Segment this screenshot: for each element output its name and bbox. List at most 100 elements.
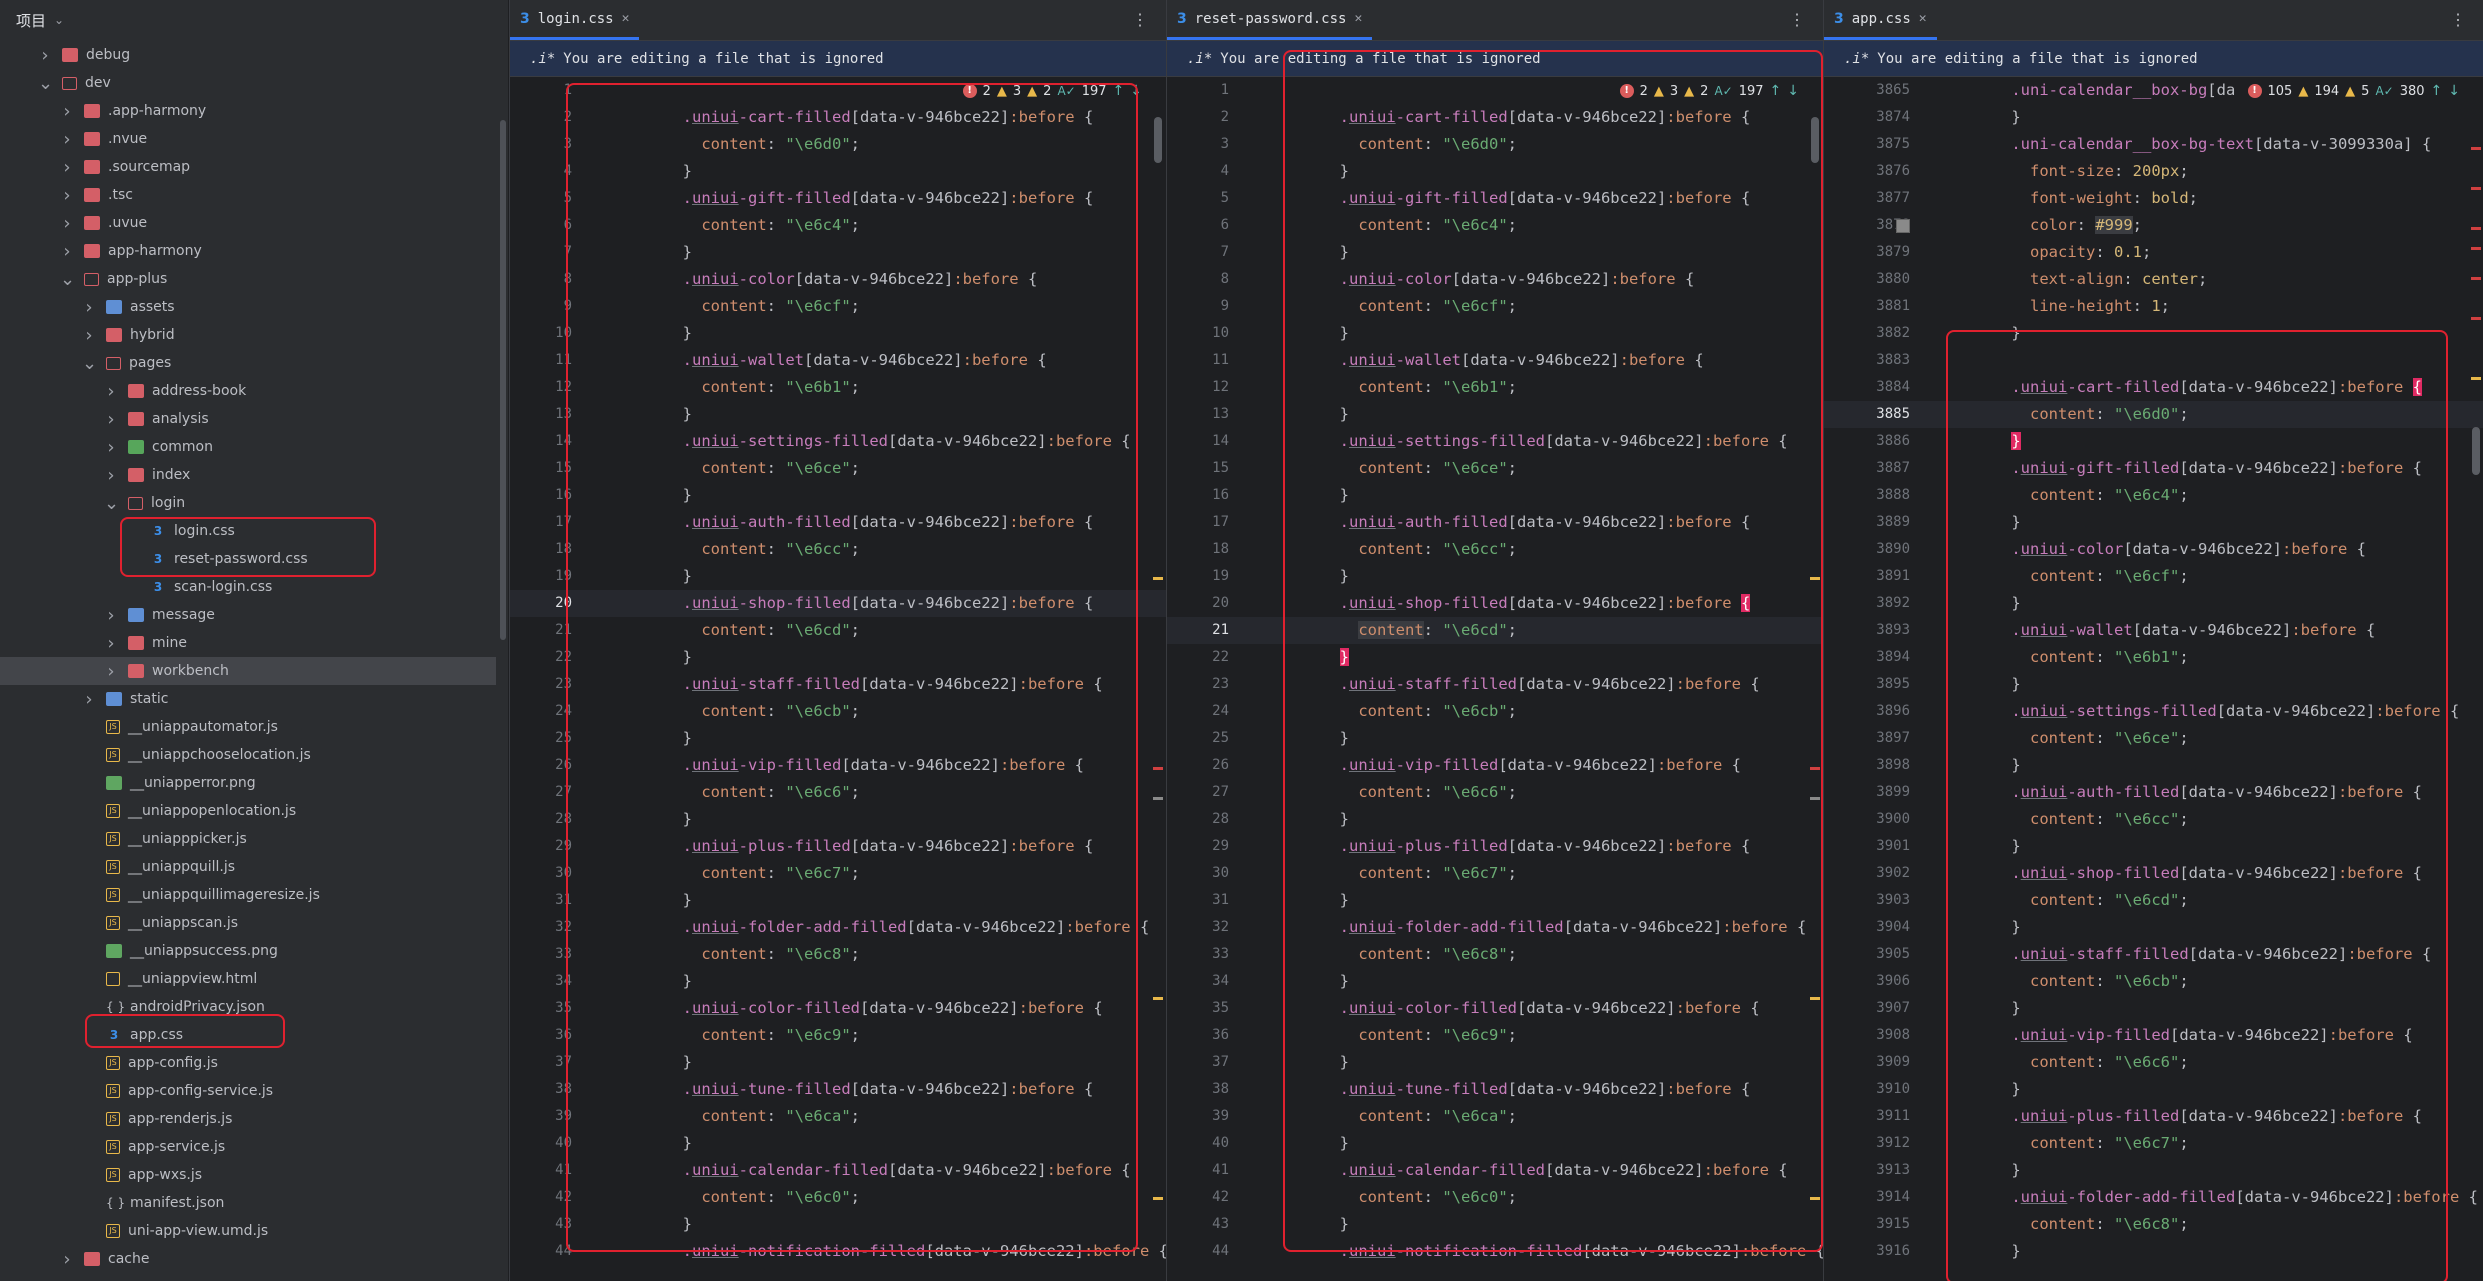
tree-item[interactable]: JS __uniappopenlocation.js bbox=[0, 797, 496, 825]
tree-item[interactable]: › common bbox=[0, 433, 496, 461]
tree-item[interactable]: JS app-config.js bbox=[0, 1049, 496, 1077]
editor-tab[interactable]: 3 app.css ✕ bbox=[1824, 0, 1937, 40]
line-number-gutter[interactable]: 1 2 3 4 5 6 7 8 9 10 11 12 13 14 15 16 17 18 19 20 21 22 23 24 2… bbox=[1167, 77, 1229, 1281]
sidebar-scrollbar[interactable] bbox=[500, 120, 506, 640]
tree-item[interactable]: JS __uniappchooselocation.js bbox=[0, 741, 496, 769]
close-icon[interactable]: ✕ bbox=[1354, 11, 1362, 26]
chevron-right-icon[interactable]: › bbox=[38, 45, 52, 66]
project-header[interactable]: 项目 ⌄ bbox=[0, 0, 508, 40]
stripe-marker[interactable] bbox=[1153, 797, 1163, 800]
tree-item[interactable]: __uniappview.html bbox=[0, 965, 496, 993]
tree-item[interactable]: › hybrid bbox=[0, 321, 496, 349]
line-number: 23 bbox=[1212, 676, 1229, 692]
tree-item[interactable]: ⌄ login bbox=[0, 489, 496, 517]
stripe-marker[interactable] bbox=[1153, 767, 1163, 770]
chevron-right-icon[interactable]: › bbox=[60, 241, 74, 262]
close-icon[interactable]: ✕ bbox=[1919, 11, 1927, 26]
tree-item[interactable]: › index bbox=[0, 461, 496, 489]
tree-item[interactable]: __uniappsuccess.png bbox=[0, 937, 496, 965]
tree-item[interactable]: JS app-wxs.js bbox=[0, 1161, 496, 1189]
editor-tab[interactable]: 3 reset-password.css ✕ bbox=[1167, 0, 1373, 40]
line-number-gutter[interactable]: 1 2 3 4 5 6 7 8 9 10 11 12 13 14 15 16 17 18 19 20 21 22 23 24 2… bbox=[510, 77, 572, 1281]
tree-item[interactable]: › .sourcemap bbox=[0, 153, 496, 181]
error-stripe[interactable] bbox=[1152, 77, 1166, 1281]
tree-item[interactable]: JS __uniappquillimageresize.js bbox=[0, 881, 496, 909]
vertical-scrollbar[interactable] bbox=[2472, 427, 2480, 475]
chevron-right-icon[interactable]: › bbox=[60, 185, 74, 206]
chevron-right-icon[interactable]: › bbox=[60, 1249, 74, 1270]
tree-item[interactable]: JS app-config-service.js bbox=[0, 1077, 496, 1105]
chevron-right-icon[interactable]: › bbox=[104, 633, 118, 654]
more-options-icon[interactable]: ⋮ bbox=[2450, 10, 2466, 29]
tree-item[interactable]: JS app-renderjs.js bbox=[0, 1105, 496, 1133]
chevron-right-icon[interactable]: › bbox=[60, 129, 74, 150]
chevron-right-icon[interactable]: › bbox=[104, 661, 118, 682]
tree-item[interactable]: › mine bbox=[0, 629, 496, 657]
tree-item[interactable]: › .app-harmony bbox=[0, 97, 496, 125]
tree-item[interactable]: JS __uniappquill.js bbox=[0, 853, 496, 881]
arrow-down-icon[interactable]: ↓ bbox=[2448, 83, 2460, 99]
stripe-marker[interactable] bbox=[2471, 277, 2481, 280]
chevron-right-icon[interactable]: › bbox=[60, 101, 74, 122]
stripe-marker[interactable] bbox=[2471, 377, 2481, 380]
error-stripe[interactable] bbox=[2470, 77, 2483, 1281]
chevron-right-icon[interactable]: › bbox=[104, 465, 118, 486]
chevron-right-icon[interactable]: › bbox=[60, 157, 74, 178]
tree-item[interactable]: JS __uniappscan.js bbox=[0, 909, 496, 937]
stripe-marker[interactable] bbox=[2471, 187, 2481, 190]
tree-item[interactable]: JS __uniapppicker.js bbox=[0, 825, 496, 853]
tree-item[interactable]: › analysis bbox=[0, 405, 496, 433]
stripe-marker[interactable] bbox=[2471, 247, 2481, 250]
tree-item[interactable]: { } manifest.json bbox=[0, 1189, 496, 1217]
chevron-right-icon[interactable]: › bbox=[104, 381, 118, 402]
more-options-icon[interactable]: ⋮ bbox=[1789, 10, 1805, 29]
vertical-scrollbar[interactable] bbox=[1154, 117, 1162, 163]
tree-item[interactable]: ⌄ pages bbox=[0, 349, 496, 377]
tree-item[interactable]: JS __uniappautomator.js bbox=[0, 713, 496, 741]
color-swatch-icon[interactable] bbox=[1896, 219, 1910, 233]
tree-item[interactable]: › address-book bbox=[0, 377, 496, 405]
chevron-right-icon[interactable]: › bbox=[82, 325, 96, 346]
chevron-down-icon[interactable]: ⌄ bbox=[38, 73, 53, 94]
chevron-down-icon[interactable]: ⌄ bbox=[104, 493, 119, 514]
chevron-right-icon[interactable]: › bbox=[104, 605, 118, 626]
editor-tab[interactable]: 3 login.css ✕ bbox=[510, 0, 640, 40]
tree-item[interactable]: __uniapperror.png bbox=[0, 769, 496, 797]
stripe-marker[interactable] bbox=[2471, 227, 2481, 230]
close-icon[interactable]: ✕ bbox=[622, 11, 630, 26]
tree-item[interactable]: 3 scan-login.css bbox=[0, 573, 496, 601]
stripe-marker[interactable] bbox=[2471, 147, 2481, 150]
chevron-right-icon[interactable]: › bbox=[104, 437, 118, 458]
stripe-marker[interactable] bbox=[2471, 317, 2481, 320]
tree-item-label: pages bbox=[129, 355, 172, 371]
more-options-icon[interactable]: ⋮ bbox=[1132, 10, 1148, 29]
tree-item[interactable]: › debug bbox=[0, 41, 496, 69]
tree-item[interactable]: › .nvue bbox=[0, 125, 496, 153]
tree-item[interactable]: › app-harmony bbox=[0, 237, 496, 265]
json-file-icon: { } bbox=[106, 1000, 126, 1014]
chevron-right-icon[interactable]: › bbox=[82, 689, 96, 710]
tree-item[interactable]: JS uni-app-view.umd.js bbox=[0, 1217, 496, 1245]
tree-item[interactable]: ⌄ dev bbox=[0, 69, 496, 97]
tree-item[interactable]: › message bbox=[0, 601, 496, 629]
tree-item[interactable]: ⌄ app-plus bbox=[0, 265, 496, 293]
stripe-marker[interactable] bbox=[1153, 577, 1163, 580]
chevron-down-icon[interactable]: ⌄ bbox=[82, 353, 97, 374]
chevron-right-icon[interactable]: › bbox=[82, 297, 96, 318]
chevron-right-icon[interactable]: › bbox=[104, 409, 118, 430]
chevron-down-icon[interactable]: ⌄ bbox=[54, 13, 64, 27]
tree-item[interactable]: JS app-service.js bbox=[0, 1133, 496, 1161]
tree-item[interactable]: › workbench bbox=[0, 657, 496, 685]
chevron-right-icon[interactable]: › bbox=[60, 213, 74, 234]
line-number-gutter[interactable]: 3865 3874 3875 3876 3877 3878 3879 3880 3881 3882… bbox=[1824, 77, 1910, 1281]
chevron-down-icon[interactable]: ⌄ bbox=[60, 269, 75, 290]
tree-item[interactable]: › .tsc bbox=[0, 181, 496, 209]
stripe-marker[interactable] bbox=[1153, 997, 1163, 1000]
tree-item[interactable]: › .uvue bbox=[0, 209, 496, 237]
tree-item[interactable]: › assets bbox=[0, 293, 496, 321]
arrow-up-icon[interactable]: ↑ bbox=[2431, 83, 2443, 99]
tree-item[interactable]: › cache bbox=[0, 1245, 496, 1273]
inspection-widget[interactable]: ! 105 ▲ 194 ▲ 5 A✓ 380 ↑ ↓ bbox=[2243, 83, 2464, 99]
stripe-marker[interactable] bbox=[1153, 1197, 1163, 1200]
tree-item[interactable]: › static bbox=[0, 685, 496, 713]
